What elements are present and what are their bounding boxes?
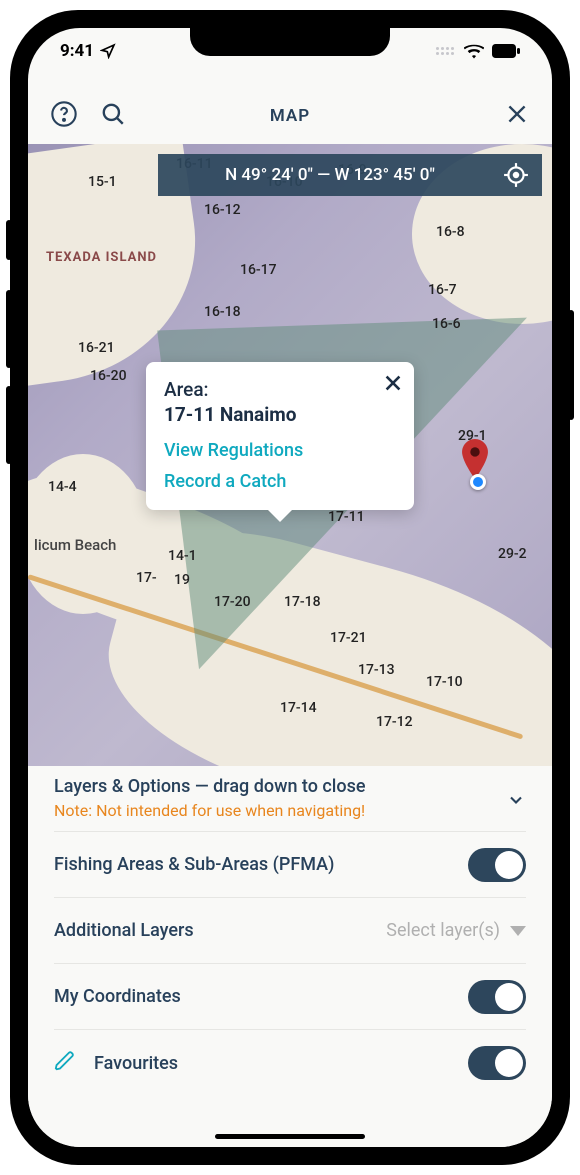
locate-me-button[interactable] [502, 161, 530, 189]
coordinates-banner: N 49° 24' 0" — W 123° 45' 0" [158, 154, 542, 196]
row-pfma-label: Fishing Areas & Sub-Areas (PFMA) [54, 854, 334, 875]
area-label[interactable]: 16-7 [428, 282, 457, 298]
popup-area-value: 17-11 Nanaimo [164, 403, 396, 426]
popup-close-button[interactable] [382, 372, 404, 398]
coordinates-text: N 49° 24' 0" — W 123° 45' 0" [170, 165, 490, 185]
help-button[interactable] [50, 100, 78, 132]
row-fav-label: Favourites [94, 1053, 178, 1074]
location-arrow-icon [100, 43, 116, 59]
beach-label: licum Beach [34, 536, 116, 554]
my-location-dot [470, 474, 486, 490]
area-label[interactable]: 17- [136, 570, 157, 586]
pin-icon [460, 439, 490, 479]
area-label[interactable]: 16-21 [78, 340, 115, 356]
area-label[interactable]: 17-20 [214, 594, 251, 610]
collapse-sheet-button[interactable] [506, 790, 526, 814]
row-my-coordinates: My Coordinates [54, 964, 526, 1030]
map-view[interactable]: 15-116-1116-1016-1216-916-816-1716-716-1… [28, 144, 552, 766]
toggle-pfma[interactable] [468, 848, 526, 882]
area-label[interactable]: 16-20 [90, 368, 127, 384]
caret-down-icon [510, 925, 526, 937]
view-regulations-link[interactable]: View Regulations [164, 440, 396, 461]
close-icon [504, 101, 530, 127]
row-favourites: Favourites [54, 1030, 526, 1096]
area-info-popup: Area: 17-11 Nanaimo View Regulations Rec… [146, 362, 414, 510]
toggle-my-coordinates[interactable] [468, 980, 526, 1014]
area-label[interactable]: 17-13 [358, 662, 395, 678]
area-label[interactable]: 17-21 [330, 630, 367, 646]
chevron-down-icon [506, 790, 526, 810]
row-pfma: Fishing Areas & Sub-Areas (PFMA) [54, 832, 526, 898]
record-catch-link[interactable]: Record a Catch [164, 471, 396, 492]
area-label[interactable]: 16-6 [432, 316, 461, 332]
area-label[interactable]: 17-18 [284, 594, 321, 610]
search-button[interactable] [100, 101, 126, 131]
search-icon [100, 101, 126, 127]
close-icon [382, 372, 404, 394]
crosshair-icon [503, 162, 529, 188]
layers-options-sheet: Layers & Options — drag down to close No… [28, 766, 552, 1147]
row-coords-label: My Coordinates [54, 986, 181, 1007]
area-label[interactable]: 16-17 [240, 262, 277, 278]
area-label[interactable]: 17-12 [376, 714, 413, 730]
select-layers-dropdown[interactable]: Select layer(s) [386, 920, 526, 941]
battery-icon [492, 44, 520, 58]
app-header: MAP [28, 88, 552, 144]
area-label[interactable]: 16-18 [204, 304, 241, 320]
area-label[interactable]: 16-8 [436, 224, 465, 240]
area-label[interactable]: 19 [174, 572, 190, 588]
area-label[interactable]: 16-12 [204, 202, 241, 218]
pencil-icon [54, 1050, 76, 1072]
island-label: TEXADA ISLAND [46, 250, 157, 265]
area-label[interactable]: 17-11 [328, 509, 365, 525]
status-time: 9:41 [60, 41, 94, 61]
toggle-favourites[interactable] [468, 1046, 526, 1080]
area-label[interactable]: 14-1 [168, 548, 197, 564]
select-layers-placeholder: Select layer(s) [386, 920, 500, 941]
area-label[interactable]: 15-1 [88, 174, 117, 190]
sheet-title: Layers & Options — drag down to close [54, 776, 366, 797]
edit-favourites-button[interactable] [54, 1050, 76, 1076]
row-additional-layers: Additional Layers Select layer(s) [54, 898, 526, 964]
area-label[interactable]: 17-10 [426, 674, 463, 690]
area-label[interactable]: 29-2 [498, 546, 527, 562]
popup-area-label: Area: [164, 378, 396, 401]
sheet-note: Note: Not intended for use when navigati… [54, 801, 366, 820]
app-switcher-dots-icon [436, 47, 454, 55]
sheet-header-row[interactable]: Layers & Options — drag down to close No… [54, 766, 526, 832]
area-label[interactable]: 17-14 [280, 700, 317, 716]
close-button[interactable] [504, 101, 530, 131]
row-additional-label: Additional Layers [54, 920, 194, 941]
help-circle-icon [50, 100, 78, 128]
area-label[interactable]: 14-4 [48, 479, 77, 495]
wifi-icon [464, 43, 484, 59]
home-indicator[interactable] [215, 1134, 365, 1139]
